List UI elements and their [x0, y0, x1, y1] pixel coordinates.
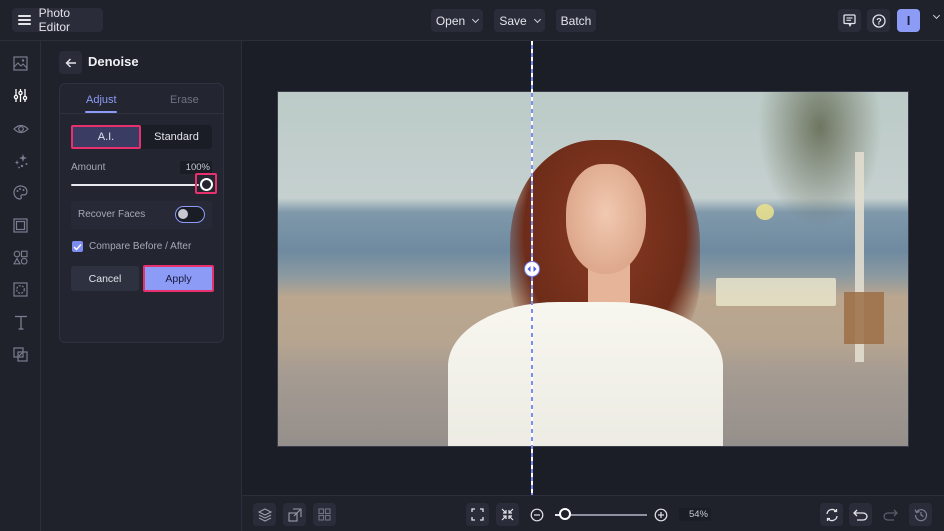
save-label: Save — [499, 13, 527, 28]
mode-toggle: A.I. Standard — [71, 125, 212, 149]
toggle-knob — [178, 209, 188, 219]
redo-icon — [883, 509, 898, 521]
top-bar: Photo Editor Open Save Batch ? I — [0, 0, 944, 41]
chevron-down-icon — [533, 15, 541, 23]
zoom-value[interactable]: 54% — [679, 508, 711, 521]
compare-checkbox[interactable] — [72, 241, 83, 252]
amount-slider-thumb[interactable] — [200, 177, 213, 191]
grid-icon — [318, 508, 331, 521]
open-menu-button[interactable]: Open — [431, 9, 483, 32]
reset-button[interactable] — [820, 503, 843, 526]
bottom-toolbar: 54% — [242, 495, 944, 531]
account-chevron-down-icon[interactable] — [932, 11, 941, 20]
rail-item-frames[interactable] — [12, 217, 29, 234]
photo-person-face — [566, 164, 646, 274]
split-arrows-icon — [527, 266, 537, 272]
shapes-icon — [13, 250, 28, 265]
redo-button[interactable] — [879, 503, 902, 526]
grid-button[interactable] — [313, 503, 336, 526]
canvas-area — [242, 41, 944, 495]
app-menu-button[interactable]: Photo Editor — [12, 6, 103, 34]
recover-faces-label: Recover Faces — [78, 209, 146, 220]
photo-person-shirt — [448, 302, 723, 446]
history-button[interactable] — [909, 503, 932, 526]
palette-icon — [13, 185, 28, 200]
overlay-icon — [13, 347, 28, 362]
zoom-slider-thumb[interactable] — [559, 508, 571, 520]
resize-icon — [287, 507, 302, 522]
arrow-left-icon — [65, 58, 76, 67]
minus-circle-icon — [530, 508, 543, 521]
rail-item-effects[interactable] — [12, 120, 29, 137]
history-icon — [913, 508, 927, 521]
sliders-icon — [13, 89, 28, 102]
undo-icon — [853, 509, 868, 521]
fit-screen-icon — [471, 508, 484, 521]
chevron-down-icon — [472, 15, 480, 23]
rail-item-overlays[interactable] — [12, 346, 29, 363]
amount-slider-highlight — [195, 173, 217, 194]
help-button[interactable]: ? — [867, 9, 890, 32]
rail-item-touch-up[interactable] — [12, 152, 29, 169]
help-circle-icon: ? — [871, 13, 886, 28]
denoise-settings-card: Adjust Erase A.I. Standard Amount 100% R… — [59, 83, 224, 343]
rail-item-graphics[interactable] — [12, 249, 29, 266]
text-icon — [14, 315, 27, 330]
tool-rail — [0, 41, 41, 531]
batch-button[interactable]: Batch — [556, 9, 596, 32]
compare-split-handle[interactable] — [524, 261, 540, 277]
amount-label: Amount — [71, 162, 106, 173]
tab-adjust[interactable]: Adjust — [86, 94, 117, 106]
undo-button[interactable] — [849, 503, 872, 526]
photo-buoy — [756, 204, 774, 220]
tab-erase[interactable]: Erase — [170, 94, 199, 106]
recover-faces-row: Recover Faces — [71, 201, 212, 229]
tabs-divider — [60, 113, 223, 114]
photo[interactable] — [277, 91, 909, 447]
batch-label: Batch — [560, 13, 592, 28]
photo-bench — [716, 278, 836, 306]
rail-item-artsy[interactable] — [12, 184, 29, 201]
checkmark-icon — [73, 243, 82, 251]
resize-button[interactable] — [283, 503, 306, 526]
user-avatar[interactable]: I — [897, 9, 920, 32]
eye-icon — [12, 124, 29, 133]
texture-icon — [13, 282, 28, 297]
compare-label: Compare Before / After — [89, 241, 192, 252]
layers-icon — [257, 507, 272, 522]
app-title: Photo Editor — [38, 6, 71, 34]
save-menu-button[interactable]: Save — [494, 9, 545, 32]
rail-item-adjustments[interactable] — [12, 87, 29, 104]
avatar-initial: I — [906, 13, 911, 28]
back-button[interactable] — [59, 51, 82, 74]
sparkle-icon — [14, 153, 27, 168]
panel-title: Denoise — [88, 54, 139, 69]
hamburger-icon — [18, 15, 31, 25]
plus-circle-icon — [654, 508, 667, 521]
feedback-button[interactable] — [838, 9, 861, 32]
actual-size-button[interactable] — [496, 503, 519, 526]
refresh-icon — [825, 508, 838, 521]
fit-to-screen-button[interactable] — [466, 503, 489, 526]
frame-icon — [13, 218, 28, 233]
rail-item-text[interactable] — [12, 314, 29, 331]
mode-standard-button[interactable]: Standard — [141, 125, 212, 149]
photo-bin — [844, 292, 884, 344]
apply-button[interactable]: Apply — [143, 265, 214, 292]
comment-icon — [843, 14, 856, 27]
rail-item-image[interactable] — [12, 55, 29, 72]
recover-faces-toggle[interactable] — [175, 206, 205, 223]
svg-text:?: ? — [876, 16, 882, 26]
zoom-out-button[interactable] — [525, 503, 548, 526]
cancel-button[interactable]: Cancel — [71, 266, 139, 291]
amount-slider-track[interactable] — [71, 184, 199, 186]
zoom-in-button[interactable] — [649, 503, 672, 526]
rail-item-textures[interactable] — [12, 281, 29, 298]
open-label: Open — [435, 13, 466, 28]
layers-button[interactable] — [253, 503, 276, 526]
image-icon — [13, 56, 28, 71]
shrink-icon — [501, 508, 514, 521]
denoise-panel: Denoise Adjust Erase A.I. Standard Amoun… — [41, 41, 242, 531]
mode-ai-button[interactable]: A.I. — [71, 125, 141, 149]
